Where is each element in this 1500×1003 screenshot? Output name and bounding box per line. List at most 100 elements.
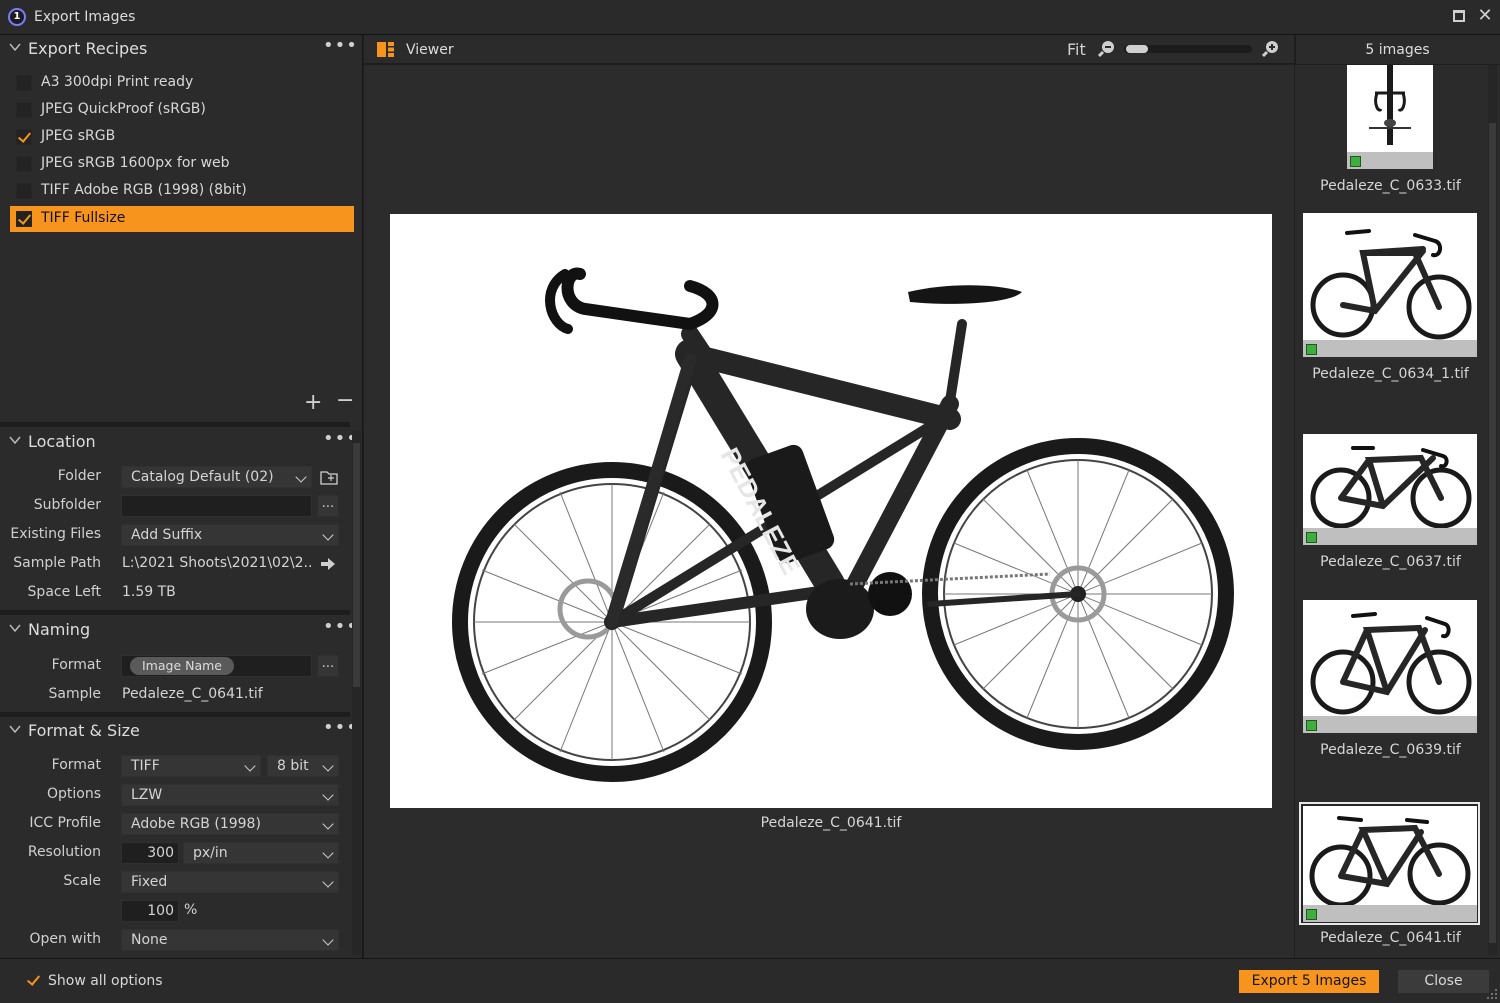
location-header[interactable]: Location ••• — [0, 428, 357, 458]
existing-files-value: Add Suffix — [131, 527, 203, 543]
thumbnail[interactable] — [1347, 65, 1433, 169]
preview-image[interactable]: PEDALEZE — [390, 214, 1272, 808]
export-recipes-header[interactable]: Export Recipes ••• — [0, 35, 357, 65]
resolution-input[interactable]: 300 — [121, 842, 179, 864]
image-name-token[interactable]: Image Name — [130, 657, 234, 675]
zoom-out-icon[interactable] — [1098, 40, 1116, 58]
recipe-item[interactable]: JPEG QuickProof (sRGB) — [10, 97, 354, 123]
image-count: 5 images — [1365, 42, 1430, 58]
recipe-checkbox[interactable] — [16, 183, 32, 199]
color-tag-icon — [1306, 720, 1317, 731]
thumbnail-caption: Pedaleze_C_0633.tif — [1320, 178, 1461, 194]
title-bar — [0, 0, 1500, 35]
color-tag-icon — [1306, 344, 1317, 355]
color-tag-icon — [1350, 156, 1361, 167]
scale-value: Fixed — [131, 874, 168, 890]
existing-files-select[interactable]: Add Suffix — [121, 524, 339, 546]
chevron-down-icon — [322, 789, 334, 801]
recipe-checkbox[interactable] — [16, 129, 32, 145]
resolution-unit-select[interactable]: px/in — [183, 842, 339, 864]
recipe-checkbox[interactable] — [16, 211, 32, 227]
subfolder-tokens-button[interactable]: ... — [317, 495, 339, 517]
recipe-label: JPEG QuickProof (sRGB) — [41, 101, 206, 117]
recipe-checkbox[interactable] — [16, 156, 32, 172]
scale-select[interactable]: Fixed — [121, 871, 339, 893]
thumbnail[interactable] — [1303, 806, 1477, 922]
arrow-right-icon[interactable] — [320, 557, 336, 571]
open-with-select[interactable]: None — [121, 929, 339, 951]
bicycle-thumb — [1310, 229, 1472, 340]
close-button[interactable]: Close — [1398, 970, 1489, 993]
recipe-label: TIFF Fullsize — [41, 210, 126, 226]
percent-sign: % — [184, 902, 198, 918]
chevron-down-icon — [322, 876, 334, 888]
app-logo-icon: 1 — [8, 8, 26, 26]
chevron-down-icon — [322, 529, 334, 541]
show-all-options-label[interactable]: Show all options — [48, 973, 163, 989]
bit-depth-select[interactable]: 8 bit — [267, 755, 339, 777]
section-divider — [0, 422, 350, 427]
options-value: LZW — [131, 787, 163, 803]
naming-sample-value: Pedaleze_C_0641.tif — [122, 686, 263, 702]
show-all-options-checkbox[interactable] — [27, 975, 38, 986]
recipe-checkbox[interactable] — [16, 75, 32, 91]
sample-path-value: L:\2021 Shoots\2021\02\2... — [122, 555, 312, 571]
folder-value: Catalog Default (02) — [131, 469, 274, 485]
zoom-slider-handle[interactable] — [1126, 45, 1148, 53]
thumbnail-caption: Pedaleze_C_0637.tif — [1320, 554, 1461, 570]
thumbnail-caption: Pedaleze_C_0641.tif — [1320, 930, 1461, 946]
filmstrip-scrollbar-thumb[interactable] — [1489, 123, 1496, 943]
more-options-icon[interactable]: ••• — [323, 35, 358, 56]
space-left-value: 1.59 TB — [122, 584, 176, 600]
thumbnail[interactable] — [1303, 434, 1477, 545]
icc-profile-value: Adobe RGB (1998) — [131, 816, 261, 832]
format-size-header[interactable]: Format & Size ••• — [0, 717, 357, 747]
recipe-checkbox[interactable] — [16, 102, 32, 118]
close-window-icon[interactable]: ✕ — [1477, 5, 1493, 27]
thumbnail[interactable] — [1303, 600, 1477, 733]
format-label: Format — [51, 757, 101, 773]
maximize-icon[interactable] — [1453, 10, 1465, 22]
chevron-down-icon — [322, 760, 334, 772]
export-button[interactable]: Export 5 Images — [1239, 970, 1379, 993]
recipe-item[interactable]: JPEG sRGB — [10, 124, 354, 150]
naming-sample-label: Sample — [48, 686, 102, 702]
color-tag-icon — [1306, 532, 1317, 543]
subfolder-input[interactable] — [121, 495, 312, 517]
folder-browse-icon[interactable] — [320, 469, 339, 486]
zoom-in-icon[interactable] — [1262, 40, 1280, 58]
options-label: Options — [46, 786, 101, 802]
naming-format-label: Format — [51, 657, 101, 673]
format-select[interactable]: TIFF — [121, 755, 261, 777]
existing-files-label: Existing Files — [10, 526, 101, 542]
chevron-down-icon — [9, 624, 21, 633]
thumbnail-caption: Pedaleze_C_0639.tif — [1320, 742, 1461, 758]
options-select[interactable]: LZW — [121, 784, 339, 806]
recipe-item-selected[interactable]: TIFF Fullsize — [10, 206, 354, 232]
resize-grip-icon[interactable] — [1486, 988, 1498, 1000]
viewer-title: Viewer — [406, 42, 454, 58]
recipe-item[interactable]: TIFF Adobe RGB (1998) (8bit) — [10, 178, 354, 204]
format-value: TIFF — [131, 758, 160, 774]
recipe-item[interactable]: A3 300dpi Print ready — [10, 70, 354, 96]
folder-select[interactable]: Catalog Default (02) — [121, 466, 312, 488]
scale-percent-input[interactable]: 100 — [121, 900, 179, 922]
add-recipe-button[interactable]: + — [304, 390, 322, 415]
icc-profile-select[interactable]: Adobe RGB (1998) — [121, 813, 339, 835]
chevron-down-icon — [322, 847, 334, 859]
remove-recipe-button[interactable]: − — [336, 388, 354, 413]
preview-caption: Pedaleze_C_0641.tif — [760, 815, 902, 831]
naming-tokens-button[interactable]: ... — [317, 655, 339, 677]
viewer-layout-icon[interactable] — [377, 42, 394, 57]
open-with-value: None — [131, 932, 168, 948]
resolution-label: Resolution — [27, 844, 101, 860]
icc-profile-label: ICC Profile — [29, 815, 101, 831]
space-left-label: Space Left — [27, 584, 101, 600]
thumbnail-caption: Pedaleze_C_0634_1.tif — [1312, 366, 1469, 382]
naming-header[interactable]: Naming ••• — [0, 616, 357, 646]
section-title: Format & Size — [28, 721, 140, 740]
left-scrollbar-thumb[interactable] — [353, 443, 360, 687]
recipe-item[interactable]: JPEG sRGB 1600px for web — [10, 151, 354, 177]
thumbnail[interactable] — [1303, 213, 1477, 357]
zoom-fit-button[interactable]: Fit — [1067, 40, 1086, 59]
